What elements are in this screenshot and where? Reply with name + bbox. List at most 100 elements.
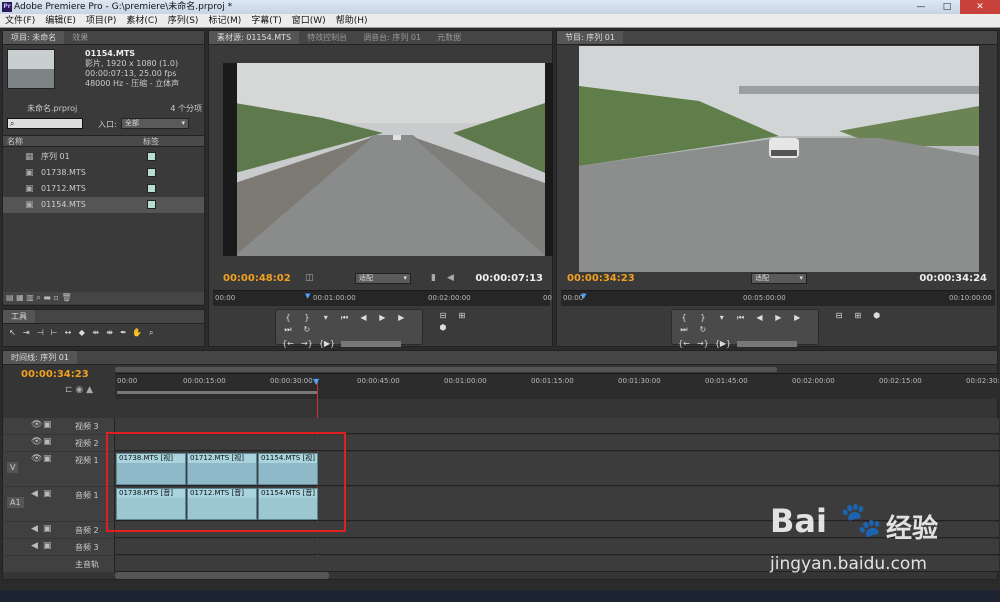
razor-tool-icon[interactable]: ◆ xyxy=(76,327,87,339)
zoom-scrollbar[interactable] xyxy=(115,367,777,372)
chevron-down-icon: ▾ xyxy=(799,274,803,282)
set-marker-icon[interactable]: ▾ xyxy=(319,312,333,324)
automate-icon[interactable]: ▥ xyxy=(26,293,34,302)
menu-file[interactable]: 文件(F) xyxy=(0,14,40,27)
play-in-out-icon[interactable]: {▶} xyxy=(319,338,335,350)
mark-in-icon[interactable]: { xyxy=(677,312,691,324)
play-icon[interactable]: ▶ xyxy=(375,312,389,324)
program-time-ruler[interactable]: 00:00 00:05:00:00 00:10:00:00 ▼ xyxy=(561,290,995,306)
mark-in-icon[interactable]: { xyxy=(281,312,295,324)
menu-window[interactable]: 窗口(W) xyxy=(287,14,331,27)
tab-timeline[interactable]: 时间线: 序列 01 xyxy=(3,351,77,364)
tab-project[interactable]: 项目: 未命名 xyxy=(3,31,65,44)
selection-tool-icon[interactable]: ↖ xyxy=(7,327,18,339)
set-marker-icon[interactable]: ▾ xyxy=(715,312,729,324)
loop-icon[interactable]: ↻ xyxy=(300,324,314,336)
loop-icon[interactable]: ↻ xyxy=(696,324,710,336)
mark-out-icon[interactable]: } xyxy=(300,312,314,324)
rolling-edit-tool-icon[interactable]: ⊢ xyxy=(49,327,60,339)
keyframe-icon[interactable]: ▲ xyxy=(86,385,93,395)
overlay-icon[interactable]: ⊞ xyxy=(455,310,469,322)
step-back-icon[interactable]: ⏮ xyxy=(734,312,748,324)
goto-out-icon[interactable]: →} xyxy=(696,338,710,350)
menu-project[interactable]: 项目(P) xyxy=(81,14,121,27)
frame-forward-icon[interactable]: ▶ xyxy=(394,312,408,324)
snap-icon[interactable]: ⊏ xyxy=(65,385,73,395)
menu-edit[interactable]: 编辑(E) xyxy=(40,14,81,27)
source-time-ruler[interactable]: 00:00 00:01:00:00 00:02:00:00 00 ▼ xyxy=(213,290,552,306)
timeline-ruler[interactable]: 00:00 00:00:15:00 00:00:30:00 00:00:45:0… xyxy=(115,373,1000,399)
playhead-handle-icon[interactable]: ▼ xyxy=(313,377,319,386)
frame-forward-icon[interactable]: ▶ xyxy=(790,312,804,324)
zoom-tool-icon[interactable]: ⌕ xyxy=(146,327,157,339)
tab-source[interactable]: 素材源: 01154.MTS xyxy=(209,31,300,44)
list-view-icon[interactable]: ▤ xyxy=(6,293,14,302)
step-forward-icon[interactable]: ⏭ xyxy=(281,324,295,336)
menu-clip[interactable]: 素材(C) xyxy=(121,14,162,27)
program-fit-dropdown[interactable]: 适配 ▾ xyxy=(751,273,807,284)
pen-tool-icon[interactable]: ✒ xyxy=(118,327,129,339)
slide-tool-icon[interactable]: ⇼ xyxy=(104,327,115,339)
list-item[interactable]: ▣ 01738.MTS xyxy=(3,165,204,181)
output-icon[interactable]: ▮ xyxy=(431,273,436,283)
marker-icon[interactable]: ◉ xyxy=(75,385,83,395)
maximize-icon[interactable]: □ xyxy=(934,0,960,14)
list-item[interactable]: ▦ 序列 01 xyxy=(3,149,204,165)
menu-title[interactable]: 字幕(T) xyxy=(246,14,287,27)
icon-view-icon[interactable]: ▦ xyxy=(16,293,24,302)
inpoint-dropdown[interactable]: 全部 ▾ xyxy=(121,118,189,129)
timeline-scrollbar[interactable] xyxy=(115,572,329,579)
speaker-icon[interactable]: ◀ xyxy=(447,273,454,283)
trim-icon[interactable]: ⬢ xyxy=(870,310,884,322)
safe-margin-icon[interactable]: ◫ xyxy=(305,273,314,283)
minimize-icon[interactable]: — xyxy=(908,0,934,14)
tab-tools[interactable]: 工具 xyxy=(3,310,35,323)
play-icon[interactable]: ▶ xyxy=(771,312,785,324)
extract-icon[interactable]: ⊞ xyxy=(851,310,865,322)
menu-help[interactable]: 帮助(H) xyxy=(331,14,373,27)
slip-tool-icon[interactable]: ⇹ xyxy=(90,327,101,339)
ripple-edit-tool-icon[interactable]: ⊣ xyxy=(35,327,46,339)
source-timecode[interactable]: 00:00:48:02 xyxy=(223,273,291,284)
tab-audio-mixer[interactable]: 调音台: 序列 01 xyxy=(355,31,429,44)
jog-shuttle[interactable] xyxy=(340,340,401,347)
export-frame-icon[interactable]: ⬢ xyxy=(436,322,450,334)
lift-icon[interactable]: ⊟ xyxy=(832,310,846,322)
search-input[interactable]: ⌕ xyxy=(7,118,83,129)
list-item[interactable]: ▣ 01154.MTS xyxy=(3,197,204,213)
delete-icon[interactable]: 🗑 xyxy=(61,293,71,302)
frame-back-icon[interactable]: ◀ xyxy=(753,312,767,324)
step-back-icon[interactable]: ⏮ xyxy=(338,312,352,324)
eye-icon: 👁 xyxy=(31,454,43,464)
close-icon[interactable]: ✕ xyxy=(960,0,1000,14)
rate-stretch-tool-icon[interactable]: ↔ xyxy=(63,327,74,339)
new-item-icon[interactable]: ▫ xyxy=(53,293,58,302)
column-label-header[interactable]: 标签 xyxy=(143,136,159,147)
goto-in-icon[interactable]: {← xyxy=(281,338,295,350)
list-item[interactable]: ▣ 01712.MTS xyxy=(3,181,204,197)
find-icon[interactable]: ⌕ xyxy=(36,293,40,302)
source-fit-dropdown[interactable]: 适配 ▾ xyxy=(355,273,411,284)
tab-metadata[interactable]: 元数据 xyxy=(429,31,469,44)
tab-effect-controls[interactable]: 特效控制台 xyxy=(299,31,355,44)
track-select-tool-icon[interactable]: ⇥ xyxy=(21,327,32,339)
jog-shuttle[interactable] xyxy=(736,340,797,347)
insert-icon[interactable]: ⊟ xyxy=(436,310,450,322)
tab-program[interactable]: 节目: 序列 01 xyxy=(557,31,623,44)
hand-tool-icon[interactable]: ✋ xyxy=(132,327,143,339)
clip-thumbnail xyxy=(7,49,55,89)
goto-out-icon[interactable]: →} xyxy=(300,338,314,350)
column-name-header[interactable]: 名称 xyxy=(7,137,23,146)
step-forward-icon[interactable]: ⏭ xyxy=(677,324,691,336)
frame-back-icon[interactable]: ◀ xyxy=(357,312,371,324)
tab-effects[interactable]: 效果 xyxy=(64,31,96,44)
speaker-icon: ◀ xyxy=(31,524,38,534)
program-timecode[interactable]: 00:00:34:23 xyxy=(567,273,635,284)
play-in-out-icon[interactable]: {▶} xyxy=(715,338,731,350)
mark-out-icon[interactable]: } xyxy=(696,312,710,324)
menu-marker[interactable]: 标记(M) xyxy=(203,14,246,27)
timeline-timecode[interactable]: 00:00:34:23 xyxy=(21,369,89,380)
goto-in-icon[interactable]: {← xyxy=(677,338,691,350)
new-bin-icon[interactable]: ▬ xyxy=(43,293,51,302)
menu-sequence[interactable]: 序列(S) xyxy=(163,14,204,27)
